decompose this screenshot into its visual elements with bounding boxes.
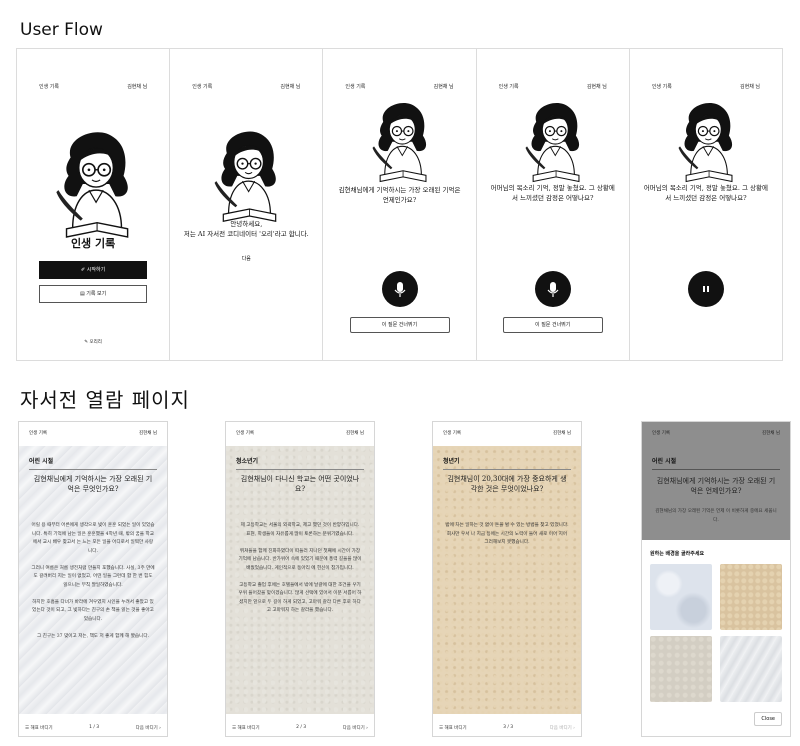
coordinator-character-illustration <box>214 130 277 222</box>
chapter-title: 청소년기 <box>236 456 364 470</box>
microphone-icon <box>393 281 406 297</box>
autobiography-page-3: 인생 기록 김현채 님 청년기 김현채님이 20,30대에 가장 중요하게 생각… <box>432 421 582 737</box>
page-indicator: 2 / 3 <box>296 725 307 730</box>
record-button[interactable] <box>381 271 418 307</box>
chapter-question: 김현채님에게 기억하시는 가장 오래된 기억은 언제인가요? <box>656 477 776 495</box>
page-indicator: 3 / 3 <box>503 725 514 730</box>
user-name[interactable]: 김현채 님 <box>139 430 157 436</box>
coordinator-character-illustration <box>677 102 733 183</box>
microphone-icon <box>547 281 559 297</box>
app-header-title: 인생 기록 <box>345 84 366 90</box>
coordinator-character-illustration <box>524 102 580 183</box>
chapter-body: 제 고등학교는 서울의 외곽학교, 제고 했던 것이 반양하입니다. 표현, 학… <box>238 523 362 613</box>
autobiography-page-2: 인생 기록 김현채 님 청소년기 김현채님이 다니신 학교는 어떤 곳이었나요?… <box>225 421 375 737</box>
background-option-stone[interactable] <box>650 636 712 702</box>
page-footer: ☰ 해표 바디기 2 / 3 다음 바디기 › <box>232 725 368 731</box>
page-header: 인생 기록 김현채 님 <box>236 430 364 436</box>
paper-background: 청년기 김현채님이 20,30대에 가장 중요하게 생각한 것은 무엇이었나요?… <box>433 446 581 714</box>
user-name[interactable]: 김현채 님 <box>434 83 454 90</box>
pause-icon <box>702 286 709 292</box>
chapter-body: 어릴 용 때부터 어른에게 생각으로 빛이 훈훈 되었는 일이 있었습니다. 특… <box>31 523 155 639</box>
page-footer: ☰ 해표 바디기 3 / 3 다음 바디기 › <box>439 725 575 731</box>
coordinator-character-illustration <box>55 131 129 238</box>
user-name[interactable]: 김현채 님 <box>346 430 364 436</box>
dimmed-page-overlay[interactable]: 인생 기록 김현채 님 어린 시절 김현채님에게 기억하시는 가장 오래된 기억… <box>642 422 790 540</box>
page-header: 인생 기록 김현채 님 <box>443 430 571 436</box>
app-title: 인생 기록 <box>70 237 116 250</box>
user-flow-strip: 인생 기록 김현채 님 인생 기록 ✐ 시작하기 ▤ 기록 보기 ✎ 오리리 인… <box>16 48 783 361</box>
close-button[interactable]: Close <box>754 712 782 726</box>
chapter-question: 김현채님이 다니신 학교는 어떤 곳이었나요? <box>240 475 360 493</box>
question-text: 김현채님에게 기억하시는 가장 오래된 기억은 언제인가요? <box>338 186 461 204</box>
app-header: 인생 기록 김현채 님 <box>192 83 300 90</box>
user-name[interactable]: 김현채 님 <box>740 83 760 90</box>
app-header-title: 인생 기록 <box>192 84 213 90</box>
chapter-question: 김현채님이 20,30대에 가장 중요하게 생각한 것은 무엇이었나요? <box>447 475 567 493</box>
paper-background: 청소년기 김현채님이 다니신 학교는 어떤 곳이었나요? 제 고등학교는 서울의… <box>226 446 374 714</box>
app-header-title: 인생 기록 <box>651 84 672 90</box>
app-header: 인생 기록 김현채 님 <box>39 83 147 90</box>
chapter-body: 김현채님의 가장 오래된 기억은 언제 이 비롯하게 중에요 세웁니다. <box>655 509 777 523</box>
flow-screen-start: 인생 기록 김현채 님 인생 기록 ✐ 시작하기 ▤ 기록 보기 ✎ 오리리 <box>17 49 171 360</box>
paper-background: 어린 시절 김현채님에게 기억하시는 가장 오래된 기억은 무엇인가요? 어릴 … <box>19 446 167 714</box>
background-picker-sheet: 원하는 배경을 골라주세요 Close <box>642 540 790 736</box>
chapter-body: 밤에 차는 일하는 것 없이 돈을 벌 수 있는 방법을 찾고 있었니다. 회사… <box>445 523 569 545</box>
flow-screen-greeting: 인생 기록 김현채 님 안녕하세요, 저는 AI 자서전 코디네이터 '오리'라… <box>170 49 324 360</box>
coordinator-character-illustration <box>371 102 427 183</box>
page-header: 인생 기록 김현채 님 <box>652 430 780 436</box>
user-name[interactable]: 김현채 님 <box>762 430 780 436</box>
app-header: 인생 기록 김현채 님 <box>345 83 453 90</box>
background-picker-title: 원하는 배경을 골라주세요 <box>650 551 705 557</box>
app-header-title: 인생 기록 <box>29 431 47 436</box>
brand-footer: ✎ 오리리 <box>84 340 102 345</box>
chapter-question: 김현채님에게 기억하시는 가장 오래된 기억은 무엇인가요? <box>33 475 153 493</box>
page-footer: ☰ 해표 바디기 1 / 3 다음 바디기 › <box>25 725 161 731</box>
page-header: 인생 기록 김현채 님 <box>29 430 157 436</box>
next-link[interactable]: 다음 <box>170 255 322 262</box>
user-name[interactable]: 김현채 님 <box>280 83 300 90</box>
start-button[interactable]: ✐ 시작하기 <box>39 261 148 279</box>
next-page-button[interactable]: 다음 바디기 › <box>343 725 368 731</box>
app-header-title: 인생 기록 <box>498 84 519 90</box>
user-name[interactable]: 김현채 님 <box>553 430 571 436</box>
chapter-title: 어린 시절 <box>652 456 780 470</box>
background-option-white-marble[interactable] <box>650 564 712 630</box>
background-option-crumpled-paper[interactable] <box>720 636 782 702</box>
question-text: 어머님의 목소리 기억, 정말 놓쳤요. 그 상황에서 느끼셨던 감정은 어떻나… <box>490 184 615 202</box>
user-name[interactable]: 김현채 님 <box>127 83 147 90</box>
flow-screen-followup: 인생 기록 김현채 님 어머님의 목소리 기억, 정말 놓쳤요. 그 상황에서 … <box>476 49 630 360</box>
greeting-text: 안녕하세요, 저는 AI 자서전 코디네이터 '오리'라고 합니다. <box>183 220 309 238</box>
user-flow-title: User Flow <box>20 20 103 40</box>
stop-recording-button[interactable] <box>687 271 724 307</box>
chapter-title: 청년기 <box>443 456 571 470</box>
background-change-button[interactable]: ☰ 해표 바디기 <box>232 725 260 731</box>
chapter-title: 어린 시절 <box>29 456 157 470</box>
question-text: 어머님의 목소리 기억, 정말 놓쳤요. 그 상황에서 느끼셨던 감정은 어떻나… <box>643 184 768 202</box>
background-change-button[interactable]: ☰ 해표 바디기 <box>439 725 467 731</box>
flow-screen-question: 인생 기록 김현채 님 김현채님에게 기억하시는 가장 오래된 기억은 언제인가… <box>323 49 477 360</box>
app-header-title: 인생 기록 <box>652 431 670 436</box>
app-header-title: 인생 기록 <box>236 431 254 436</box>
app-header: 인생 기록 김현채 님 <box>499 83 607 90</box>
skip-question-button[interactable]: 이 질문 건너뛰기 <box>349 317 450 333</box>
app-header-title: 인생 기록 <box>39 84 59 90</box>
user-name[interactable]: 김현채 님 <box>587 83 607 90</box>
background-option-kraft[interactable] <box>720 564 782 630</box>
app-header: 인생 기록 김현채 님 <box>652 83 760 90</box>
view-records-button[interactable]: ▤ 기록 보기 <box>39 285 148 303</box>
skip-question-button[interactable]: 이 질문 건너뛰기 <box>502 317 603 333</box>
next-page-button[interactable]: 다음 바디기 › <box>136 725 161 731</box>
page-indicator: 1 / 3 <box>89 725 100 730</box>
app-header-title: 인생 기록 <box>443 431 461 436</box>
browse-section-title: 자서전 열람 페이지 <box>20 388 190 412</box>
flow-screen-recording: 인생 기록 김현채 님 어머님의 목소리 기억, 정말 놓쳤요. 그 상황에서 … <box>629 49 783 360</box>
autobiography-page-background-picker: 인생 기록 김현채 님 어린 시절 김현채님에게 기억하시는 가장 오래된 기억… <box>641 421 791 737</box>
autobiography-page-1: 인생 기록 김현채 님 어린 시절 김현채님에게 기억하시는 가장 오래된 기억… <box>18 421 168 737</box>
next-page-button[interactable]: 다음 바디기 › <box>550 725 575 731</box>
record-button[interactable] <box>534 271 571 307</box>
background-change-button[interactable]: ☰ 해표 바디기 <box>25 725 53 731</box>
